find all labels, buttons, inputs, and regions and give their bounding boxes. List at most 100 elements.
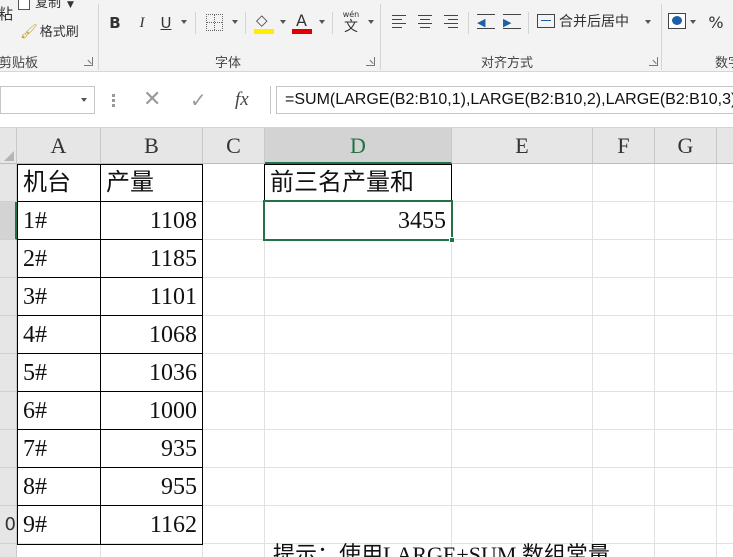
row-header[interactable] (0, 392, 17, 430)
align-center-icon[interactable] (418, 15, 432, 28)
cell-a10[interactable]: 9# (18, 506, 100, 544)
decrease-indent-button[interactable]: ◀ (477, 14, 495, 29)
row-header[interactable] (0, 316, 17, 354)
formula-bar-grip-icon[interactable] (112, 94, 115, 107)
name-box[interactable] (0, 86, 95, 114)
cell-b1[interactable]: 产量 (101, 164, 202, 202)
divider (270, 86, 271, 114)
cell-a3[interactable]: 2# (18, 240, 100, 278)
increase-indent-icon: ▶ (503, 16, 512, 29)
paste-button[interactable]: 粘 (0, 6, 13, 22)
row-header[interactable] (0, 468, 17, 506)
cell-a1[interactable]: 机台 (18, 164, 100, 202)
phonetic-button[interactable]: wén 文 (340, 10, 362, 36)
row-header[interactable] (0, 202, 17, 240)
cell-a9[interactable]: 8# (18, 468, 100, 506)
chevron-down-icon[interactable] (280, 20, 286, 24)
currency-icon (672, 16, 682, 25)
chevron-down-icon[interactable] (181, 20, 187, 24)
italic-button[interactable]: I (132, 13, 152, 33)
font-color-button[interactable]: A (292, 11, 312, 34)
cell-d1[interactable]: 前三名产量和 (265, 164, 451, 202)
align-left-icon[interactable] (392, 15, 406, 28)
cell-b10[interactable]: 1162 (101, 506, 202, 544)
row-header[interactable] (0, 354, 17, 392)
column-header-d[interactable]: D (265, 128, 452, 164)
column-header-h[interactable] (717, 128, 733, 164)
font-group-label: 字体 (215, 56, 242, 71)
column-header-e[interactable]: E (452, 128, 593, 164)
copy-button[interactable]: 复制 ▼ (18, 0, 74, 13)
merge-center-button[interactable]: 合并后居中 (537, 14, 629, 30)
divider (332, 12, 333, 34)
fill-color-button[interactable]: ◇ (254, 11, 274, 34)
column-header-g[interactable]: G (655, 128, 717, 164)
percent-button[interactable]: % (706, 13, 726, 33)
chevron-down-icon[interactable] (81, 98, 87, 102)
phonetic-icon: 文 (344, 19, 358, 35)
chevron-down-icon[interactable] (232, 20, 238, 24)
chevron-down-icon[interactable] (690, 20, 696, 24)
cell-a4[interactable]: 3# (18, 278, 100, 316)
chevron-down-icon[interactable] (645, 20, 651, 24)
note-text[interactable]: 提示：使用LARGE+SUM 数组常量 (268, 542, 728, 557)
row-header[interactable] (0, 164, 17, 202)
cell-b4[interactable]: 1101 (101, 278, 202, 316)
column-header-f[interactable]: F (593, 128, 655, 164)
enter-icon[interactable]: ✓ (190, 86, 207, 114)
copy-icon (18, 0, 30, 10)
format-painter-button[interactable]: 🖌 格式刷 (20, 24, 79, 41)
insert-function-icon[interactable]: fx (235, 86, 249, 114)
increase-indent-button[interactable]: ▶ (503, 14, 521, 29)
chevron-down-icon[interactable] (319, 20, 325, 24)
fill-handle[interactable] (449, 237, 455, 243)
cell-b6[interactable]: 1036 (101, 354, 202, 392)
cell-b7[interactable]: 1000 (101, 392, 202, 430)
cancel-icon[interactable]: ✕ (143, 86, 161, 114)
ribbon: 粘 复制 ▼ 🖌 格式刷 剪贴板 B I U ◇ A wén 文 字体 ◀ ▶ … (0, 0, 733, 72)
column-header-c[interactable]: C (203, 128, 265, 164)
accounting-format-button[interactable] (668, 13, 686, 29)
column-header-b[interactable]: B (101, 128, 203, 164)
divider (468, 12, 469, 34)
border-icon-h (207, 22, 222, 23)
merge-icon (537, 14, 555, 28)
align-launcher-icon[interactable] (649, 57, 658, 66)
border-button[interactable] (206, 14, 223, 31)
cell-b3[interactable]: 1185 (101, 240, 202, 278)
clipboard-group-label: 剪贴板 (0, 56, 39, 71)
formula-bar: ✕ ✓ fx =SUM(LARGE(B2:B10,1),LARGE(B2:B10… (0, 72, 733, 128)
underline-button[interactable]: U (156, 13, 176, 33)
align-group-label: 对齐方式 (481, 56, 534, 71)
row-header[interactable] (0, 430, 17, 468)
row-header[interactable] (0, 544, 17, 557)
select-all-corner[interactable] (0, 128, 17, 164)
formula-input[interactable]: =SUM(LARGE(B2:B10,1),LARGE(B2:B10,2),LAR… (276, 86, 733, 114)
divider (98, 4, 99, 70)
row-header[interactable] (0, 278, 17, 316)
cell-a2[interactable]: 1# (18, 202, 100, 240)
cell-b9[interactable]: 955 (101, 468, 202, 506)
cell-a8[interactable]: 7# (18, 430, 100, 468)
phonetic-top: wén (342, 10, 360, 19)
cell-b8[interactable]: 935 (101, 430, 202, 468)
font-color-icon: A (296, 11, 307, 30)
align-right-icon[interactable] (444, 15, 458, 28)
cell-b2[interactable]: 1108 (101, 202, 202, 240)
bold-button[interactable]: B (105, 13, 125, 33)
divider (245, 12, 246, 34)
chevron-down-icon[interactable] (368, 20, 374, 24)
font-launcher-icon[interactable] (366, 57, 375, 66)
row-header[interactable] (0, 240, 17, 278)
row-header[interactable]: 0 (0, 506, 17, 544)
clipboard-launcher-icon[interactable] (84, 57, 93, 66)
cell-a5[interactable]: 4# (18, 316, 100, 354)
gridline (592, 164, 593, 557)
fill-color-swatch (254, 29, 274, 34)
cell-b5[interactable]: 1068 (101, 316, 202, 354)
spreadsheet-grid: A B C D E F G 0 机台 产量 前三名产量和 1# 1108 2# … (0, 128, 733, 557)
cell-a7[interactable]: 6# (18, 392, 100, 430)
column-header-a[interactable]: A (17, 128, 101, 164)
cell-a6[interactable]: 5# (18, 354, 100, 392)
font-color-swatch (292, 29, 312, 34)
